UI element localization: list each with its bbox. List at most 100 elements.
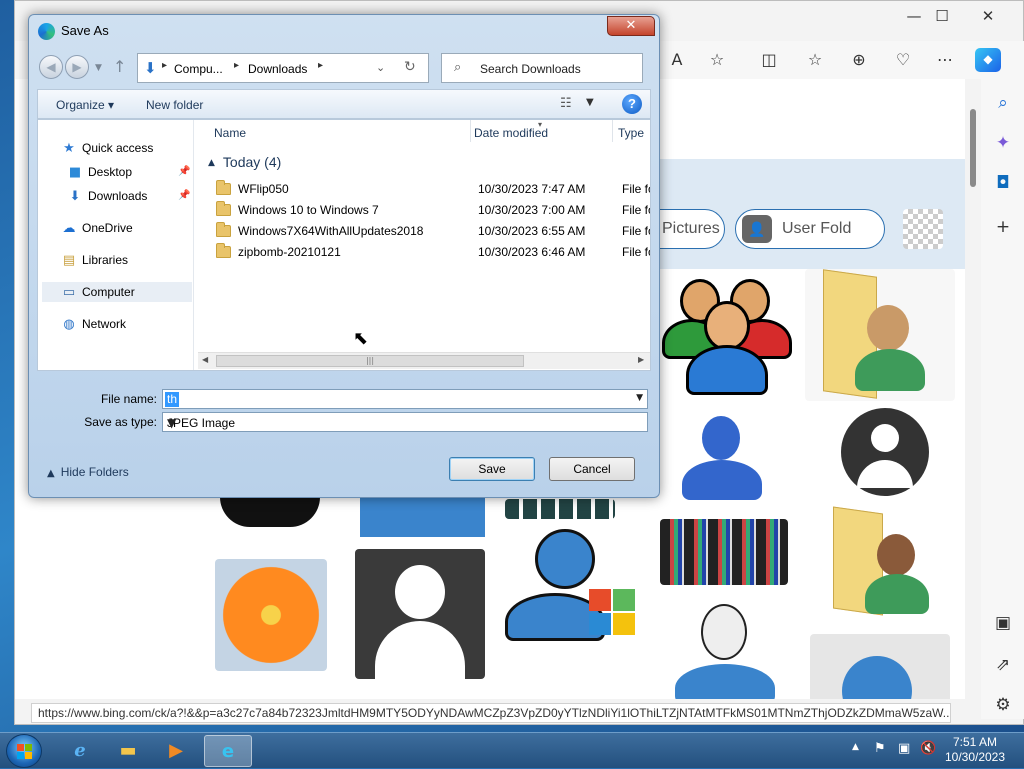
- taskbar: e ▬ ▶ e ▲ ⚑ ▣ 🔇 7:51 AM 10/30/2023: [0, 732, 1024, 768]
- scroll-right-icon[interactable]: ▶: [638, 355, 644, 364]
- nav-item-downloads[interactable]: ⬇ Downloads: [66, 186, 148, 206]
- nav-item-network[interactable]: ◍ Network: [60, 314, 126, 334]
- organize-button[interactable]: Organize ▾: [56, 98, 114, 112]
- new-folder-button[interactable]: New folder: [146, 98, 203, 112]
- column-header-date-modified[interactable]: Date modified: [474, 126, 548, 140]
- start-button[interactable]: [6, 734, 42, 768]
- nav-item-onedrive[interactable]: ☁ OneDrive: [60, 218, 133, 238]
- close-window-icon[interactable]: ✕: [973, 7, 1003, 27]
- pin-icon[interactable]: 📌: [178, 190, 190, 201]
- action-center-flag-icon[interactable]: ⚑: [874, 741, 886, 756]
- file-row[interactable]: WFlip050 10/30/2023 7:47 AM File fol: [212, 179, 650, 199]
- edge-taskbar-icon[interactable]: e: [204, 735, 252, 767]
- scroll-left-icon[interactable]: ◀: [202, 355, 208, 364]
- nav-item-libraries[interactable]: ▤ Libraries: [60, 250, 128, 270]
- breadcrumb-downloads[interactable]: Downloads: [248, 62, 307, 76]
- help-icon[interactable]: ?: [622, 94, 642, 114]
- copilot-icon[interactable]: ◆: [975, 48, 1001, 72]
- horizontal-scroll-thumb[interactable]: |||: [216, 355, 524, 367]
- forward-icon[interactable]: ▶: [65, 55, 89, 79]
- chip-user-folder[interactable]: 👤 User Fold: [735, 209, 885, 249]
- breadcrumb-separator-icon[interactable]: ▸: [162, 60, 167, 71]
- group-header-today[interactable]: ▲ Today (4): [208, 154, 281, 170]
- file-row[interactable]: zipbomb-20210121 10/30/2023 6:46 AM File…: [212, 242, 650, 262]
- image-result-windows-user[interactable]: [505, 529, 640, 659]
- nav-item-desktop[interactable]: ■ Desktop: [66, 162, 132, 182]
- file-list-horizontal-scrollbar[interactable]: ◀ ||| ▶: [198, 352, 650, 369]
- file-explorer-icon[interactable]: ▬: [106, 735, 150, 767]
- hide-sidebar-icon[interactable]: ▣: [989, 609, 1017, 637]
- image-result-white-user[interactable]: [665, 604, 785, 699]
- save-as-type-dropdown-icon[interactable]: ▼: [167, 416, 643, 430]
- network-icon[interactable]: ▣: [898, 741, 910, 756]
- browser-essentials-icon[interactable]: ♡: [891, 49, 915, 71]
- page-scroll-thumb[interactable]: [970, 109, 976, 187]
- column-header-name[interactable]: Name: [214, 126, 246, 140]
- page-scrollbar[interactable]: [967, 81, 979, 696]
- image-chip-icon[interactable]: [903, 209, 943, 249]
- nav-item-quick-access[interactable]: ★ Quick access: [60, 138, 153, 158]
- file-name-dropdown-icon[interactable]: ▼: [636, 393, 643, 403]
- up-folder-icon[interactable]: ↑: [113, 57, 126, 76]
- nav-item-label: Quick access: [82, 141, 154, 155]
- collections-icon[interactable]: ⊕: [847, 49, 871, 71]
- image-result-group-users[interactable]: [660, 269, 792, 401]
- refresh-icon[interactable]: ↻: [404, 59, 416, 75]
- column-divider[interactable]: [470, 120, 471, 142]
- minimize-icon[interactable]: —: [899, 7, 929, 27]
- address-history-chevron-icon[interactable]: ⌄: [376, 61, 385, 74]
- view-options-dropdown-icon[interactable]: ▼: [586, 97, 594, 108]
- cancel-button[interactable]: Cancel: [549, 457, 635, 481]
- column-header-type[interactable]: Type: [618, 126, 644, 140]
- save-button[interactable]: Save: [449, 457, 535, 481]
- image-result-blue-user[interactable]: [660, 414, 792, 509]
- image-result-folder-user[interactable]: [815, 504, 955, 622]
- show-hidden-icons-icon[interactable]: ▲: [852, 742, 859, 752]
- search-icon: ⌕: [454, 60, 462, 75]
- image-result-user-silhouette[interactable]: [355, 549, 485, 679]
- pin-icon[interactable]: 📌: [178, 166, 190, 177]
- read-aloud-icon[interactable]: A: [665, 49, 689, 71]
- change-view-icon[interactable]: ☷: [560, 96, 572, 111]
- media-player-icon[interactable]: ▶: [154, 735, 198, 767]
- image-result-partial-strip[interactable]: [505, 499, 615, 519]
- nav-item-computer[interactable]: ▭ Computer: [42, 282, 192, 302]
- file-name-input[interactable]: th ▼: [162, 389, 648, 409]
- search-box[interactable]: ⌕ Search Downloads: [441, 53, 643, 83]
- breadcrumb-separator-icon[interactable]: ▸: [318, 60, 323, 71]
- search-icon[interactable]: ⌕: [989, 89, 1017, 117]
- image-result-partial-dark[interactable]: [220, 497, 320, 527]
- image-result-icon-collage[interactable]: [660, 519, 788, 585]
- dialog-close-button[interactable]: ✕: [607, 16, 655, 36]
- add-icon[interactable]: +: [989, 213, 1017, 241]
- internet-explorer-icon[interactable]: e: [58, 735, 102, 767]
- dialog-titlebar[interactable]: Save As ✕: [29, 15, 659, 47]
- hide-folders-button[interactable]: ▲ Hide Folders: [47, 465, 129, 479]
- breadcrumb-computer[interactable]: Compu...: [174, 62, 223, 76]
- breadcrumb-separator-icon[interactable]: ▸: [234, 60, 239, 71]
- more-options-icon[interactable]: ⋯: [933, 49, 957, 71]
- file-row[interactable]: Windows 10 to Windows 7 10/30/2023 7:00 …: [212, 200, 650, 220]
- favorite-star-icon[interactable]: ☆: [705, 49, 729, 71]
- back-icon[interactable]: ◀: [39, 55, 63, 79]
- column-divider[interactable]: [612, 120, 613, 142]
- image-result-partial-blue[interactable]: [360, 497, 485, 537]
- image-result-blue-circle[interactable]: [810, 634, 950, 699]
- desktop-icon: ■: [68, 165, 82, 180]
- maximize-icon[interactable]: ☐: [927, 7, 957, 27]
- image-result-flower[interactable]: [215, 559, 327, 671]
- favorites-icon[interactable]: ☆: [803, 49, 827, 71]
- image-result-user-folder[interactable]: [805, 269, 955, 401]
- external-link-icon[interactable]: ⇗: [989, 651, 1017, 679]
- settings-icon[interactable]: ⚙: [989, 691, 1017, 719]
- address-bar[interactable]: ⬇ ▸ Compu... ▸ Downloads ▸ ⌄ ↻: [137, 53, 429, 83]
- collapse-group-icon[interactable]: ▲: [208, 158, 215, 168]
- save-as-type-select[interactable]: JPEG Image ▼: [162, 412, 648, 432]
- split-screen-icon[interactable]: ◫: [757, 49, 781, 71]
- copilot-sidebar-icon[interactable]: ✦: [989, 129, 1017, 157]
- outlook-icon[interactable]: ◘: [989, 169, 1017, 197]
- recent-locations-dropdown-icon[interactable]: ▼: [95, 63, 102, 73]
- image-result-user-circle[interactable]: [805, 404, 955, 504]
- clock[interactable]: 7:51 AM 10/30/2023: [930, 735, 1020, 765]
- file-row[interactable]: Windows7X64WithAllUpdates2018 10/30/2023…: [212, 221, 650, 241]
